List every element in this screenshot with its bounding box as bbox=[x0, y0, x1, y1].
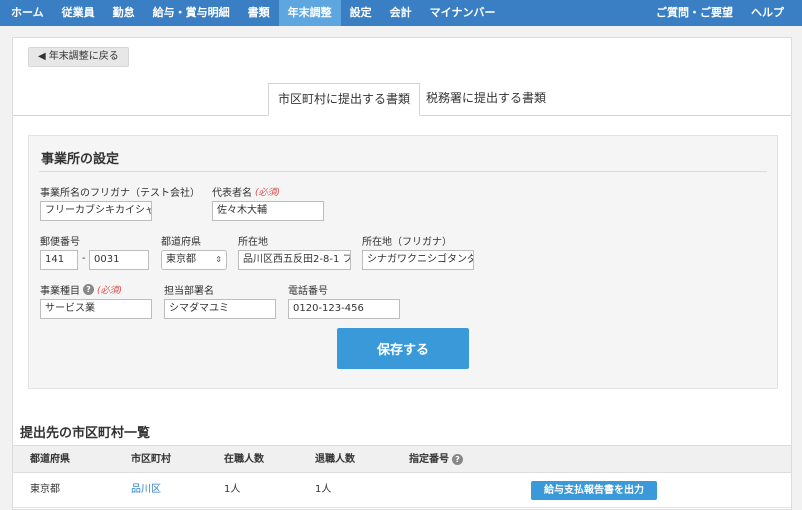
nav-item-feedback[interactable]: ご質問・ご要望 bbox=[647, 0, 742, 26]
furigana-label-text: 事業所名のフリガナ（テスト会社） bbox=[40, 188, 200, 199]
address-label-text: 所在地 bbox=[238, 237, 268, 248]
postal-label-text: 郵便番号 bbox=[40, 237, 80, 248]
help-icon[interactable]: ? bbox=[83, 284, 94, 295]
business-type-label: 事業種目 ? (必須) bbox=[40, 282, 122, 297]
tab-municipality[interactable]: 市区町村に提出する書類 bbox=[268, 83, 421, 116]
municipality-list-title: 提出先の市区町村一覧 bbox=[20, 426, 151, 441]
cell-employed: 1人 bbox=[224, 484, 241, 495]
phone-label-text: 電話番号 bbox=[288, 286, 328, 297]
address-kana-label-text: 所在地（フリガナ） bbox=[362, 237, 452, 248]
export-report-button[interactable]: 給与支払報告書を出力 bbox=[531, 481, 657, 500]
arrow-left-icon: ◀ bbox=[38, 51, 46, 62]
nav-item-home[interactable]: ホーム bbox=[0, 0, 53, 26]
col-designation-number-label: 指定番号 bbox=[409, 454, 449, 465]
business-type-input[interactable]: サービス業 bbox=[40, 299, 152, 319]
nav-item-year-end[interactable]: 年末調整 bbox=[278, 0, 341, 26]
representative-label-text: 代表者名 bbox=[212, 188, 252, 199]
phone-label: 電話番号 bbox=[288, 282, 328, 297]
col-city: 市区町村 bbox=[131, 454, 171, 465]
col-designation-number: 指定番号 ? bbox=[409, 446, 463, 473]
required-mark: (必須) bbox=[97, 286, 123, 296]
cell-city-link[interactable]: 品川区 bbox=[131, 473, 161, 507]
postal-dash: - bbox=[82, 253, 86, 264]
cell-retired: 1人 bbox=[315, 484, 332, 495]
office-settings-panel: 事業所の設定 事業所名のフリガナ（テスト会社） フリーカブシキカイシャ 代表者名… bbox=[28, 135, 778, 389]
main-card: ◀ 年末調整に戻る 市区町村に提出する書類 税務署に提出する書類 事業所の設定 … bbox=[12, 37, 792, 510]
postal-input-2[interactable]: 0031 bbox=[89, 250, 149, 270]
address-kana-input[interactable]: シナガワクニシゴタンダ bbox=[362, 250, 474, 270]
address-label: 所在地 bbox=[238, 233, 268, 248]
department-input[interactable]: シマダマユミ bbox=[164, 299, 276, 319]
panel-divider bbox=[39, 171, 767, 172]
table-row: 東京都 品川区 1人 1人 給与支払報告書を出力 bbox=[13, 473, 791, 508]
help-icon[interactable]: ? bbox=[452, 454, 463, 465]
postal-input-1[interactable]: 141 bbox=[40, 250, 78, 270]
address-input[interactable]: 品川区西五反田2-8-1 ファースト bbox=[238, 250, 351, 270]
department-label-text: 担当部署名 bbox=[164, 286, 214, 297]
nav-item-accounting[interactable]: 会計 bbox=[381, 0, 421, 26]
prefecture-label-text: 都道府県 bbox=[161, 237, 201, 248]
representative-input[interactable]: 佐々木大輔 bbox=[212, 201, 324, 221]
col-retired: 退職人数 bbox=[315, 454, 355, 465]
furigana-input[interactable]: フリーカブシキカイシャ bbox=[40, 201, 152, 221]
nav-item-payslips[interactable]: 給与・賞与明細 bbox=[144, 0, 239, 26]
department-label: 担当部署名 bbox=[164, 282, 214, 297]
top-nav: ホーム 従業員 勤怠 給与・賞与明細 書類 年末調整 設定 会計 マイナンバー … bbox=[0, 0, 802, 26]
required-mark: (必須) bbox=[255, 188, 281, 198]
postal-label: 郵便番号 bbox=[40, 233, 80, 248]
back-button[interactable]: ◀ 年末調整に戻る bbox=[28, 47, 129, 67]
col-employed: 在職人数 bbox=[224, 454, 264, 465]
nav-item-help[interactable]: ヘルプ bbox=[742, 0, 802, 26]
panel-title: 事業所の設定 bbox=[41, 152, 120, 167]
back-button-label: 年末調整に戻る bbox=[48, 51, 119, 62]
prefecture-select[interactable]: 東京都 ⇕ bbox=[161, 250, 227, 270]
nav-item-attendance[interactable]: 勤怠 bbox=[104, 0, 144, 26]
nav-item-documents[interactable]: 書類 bbox=[239, 0, 279, 26]
col-prefecture: 都道府県 bbox=[30, 454, 70, 465]
select-caret-icon: ⇕ bbox=[215, 255, 222, 264]
nav-item-employees[interactable]: 従業員 bbox=[53, 0, 104, 26]
cell-prefecture: 東京都 bbox=[30, 484, 60, 495]
representative-label: 代表者名 (必須) bbox=[212, 184, 280, 199]
tab-tax-office[interactable]: 税務署に提出する書類 bbox=[417, 83, 555, 116]
nav-item-mynumber[interactable]: マイナンバー bbox=[421, 0, 505, 26]
save-button[interactable]: 保存する bbox=[337, 328, 469, 369]
table-header: 都道府県 市区町村 在職人数 退職人数 指定番号 ? bbox=[13, 445, 791, 473]
prefecture-label: 都道府県 bbox=[161, 233, 201, 248]
address-kana-label: 所在地（フリガナ） bbox=[362, 233, 452, 248]
phone-input[interactable]: 0120-123-456 bbox=[288, 299, 400, 319]
prefecture-select-value: 東京都 bbox=[166, 254, 196, 265]
nav-item-settings[interactable]: 設定 bbox=[341, 0, 381, 26]
business-type-label-text: 事業種目 bbox=[40, 286, 80, 297]
furigana-label: 事業所名のフリガナ（テスト会社） bbox=[40, 184, 200, 199]
